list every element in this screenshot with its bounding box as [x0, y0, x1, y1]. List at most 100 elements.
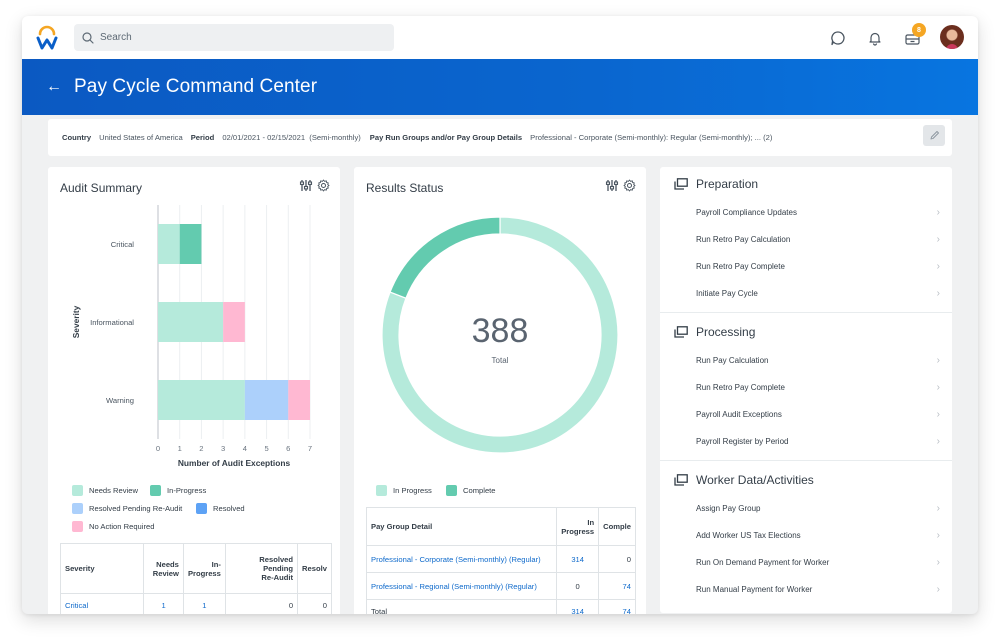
bar-in-progress-critical — [179, 224, 202, 264]
col-needs-review[interactable]: Needs Review — [143, 543, 184, 594]
audit-table: Severity Needs Review In- Progress Resolve… — [59, 543, 332, 614]
bell-icon[interactable] — [865, 28, 885, 48]
workday-logo[interactable] — [36, 25, 58, 51]
task-label: Payroll Register by Period — [696, 436, 789, 446]
filter-bar: Country United States of America Period … — [48, 119, 952, 156]
task-item[interactable]: Payroll Audit Exceptions › — [696, 404, 940, 424]
col-severity[interactable]: Severity — [59, 543, 145, 594]
bar-needs-review-warning — [158, 380, 245, 420]
x-tick-label: 7 — [308, 444, 312, 453]
col-complete[interactable]: Comple — [598, 507, 636, 546]
legend-item-resolved[interactable]: Resolved — [196, 503, 245, 514]
search-bar[interactable] — [74, 24, 394, 51]
chat-icon[interactable] — [828, 28, 848, 48]
window-stack-icon — [674, 326, 688, 338]
paygroups-value: Professional - Corporate (Semi-monthly):… — [530, 133, 773, 142]
task-label: Run Pay Calculation — [696, 355, 769, 365]
chevron-right-icon: › — [936, 354, 940, 366]
table-total-row: Total 314 74 — [365, 599, 636, 614]
task-item[interactable]: Payroll Register by Period › — [696, 431, 940, 451]
search-input[interactable] — [100, 32, 370, 43]
avatar[interactable] — [940, 25, 964, 49]
task-item[interactable]: Run Retro Pay Calculation › — [696, 229, 940, 249]
task-item[interactable]: Run Retro Pay Complete › — [696, 377, 940, 397]
task-item[interactable]: Payroll Compliance Updates › — [696, 202, 940, 222]
chevron-right-icon: › — [936, 381, 940, 393]
chevron-right-icon: › — [936, 206, 940, 218]
legend-item-complete[interactable]: Complete — [446, 485, 496, 496]
complete-cell[interactable]: 74 — [598, 572, 636, 600]
search-icon — [82, 31, 94, 44]
severity-cell[interactable]: Critical — [59, 593, 145, 614]
task-item[interactable]: Run Manual Payment for Worker › — [696, 579, 940, 599]
col-pay-group-detail[interactable]: Pay Group Detail — [365, 507, 558, 546]
back-arrow-icon[interactable]: ← — [46, 78, 62, 96]
needs-review-cell[interactable]: 1 — [143, 593, 184, 614]
bar-resolved-pending-re-audit-warning — [244, 380, 289, 420]
col-in-progress-line1: In — [587, 517, 595, 527]
legend-item-no-action-required[interactable]: No Action Required — [72, 521, 154, 532]
x-tick-label: 6 — [286, 444, 290, 453]
section-title: Preparation — [696, 177, 759, 191]
col-resolved-pending-line2: Re-Audit — [261, 573, 294, 582]
legend-item-resolved-pending-re-audit[interactable]: Resolved Pending Re-Audit — [72, 503, 182, 514]
col-resolved-pending[interactable]: Resolved Pending Re-Audit — [224, 543, 299, 594]
task-item[interactable]: Run Retro Pay Complete › — [696, 256, 940, 276]
col-needs-review-line2: Review — [152, 568, 179, 578]
legend-swatch — [72, 485, 83, 496]
task-item[interactable]: Initiate Pay Cycle › — [696, 283, 940, 303]
chevron-right-icon: › — [936, 260, 940, 272]
total-in-progress[interactable]: 314 — [556, 599, 600, 614]
task-item[interactable]: Run Pay Calculation › — [696, 350, 940, 370]
results-status-card: Results Status 388 Total In Progress Comp… — [354, 167, 646, 614]
col-in-progress[interactable]: In- Progress — [182, 543, 226, 594]
legend-item-in-progress[interactable]: In Progress — [376, 485, 432, 496]
bar-no-action-required-warning — [288, 380, 310, 420]
legend-swatch — [150, 485, 161, 496]
task-label: Assign Pay Group — [696, 503, 761, 513]
bar-needs-review-informational — [158, 302, 224, 342]
period-label: Period — [190, 133, 215, 142]
chevron-right-icon: › — [936, 502, 940, 514]
col-in-progress-line2: Progress — [187, 568, 221, 578]
pay-group-link[interactable]: Professional - Regional (Semi-monthly) (… — [365, 572, 558, 600]
chevron-right-icon: › — [936, 556, 940, 568]
chevron-right-icon: › — [936, 435, 940, 447]
task-label: Run Retro Pay Complete — [696, 382, 785, 392]
col-resolved[interactable]: Resolv — [297, 543, 332, 594]
section-divider — [660, 312, 952, 313]
window-stack-icon — [674, 178, 688, 190]
edit-filters-button[interactable] — [923, 125, 945, 146]
legend-item-needs-review[interactable]: Needs Review — [72, 485, 138, 496]
x-tick-label: 0 — [156, 444, 160, 453]
col-resolved-pending-line1: Resolved Pending — [259, 555, 294, 573]
in-progress-cell[interactable]: 1 — [182, 593, 226, 614]
legend-swatch — [72, 503, 83, 514]
task-label: Payroll Audit Exceptions — [696, 409, 782, 419]
legend-swatch — [446, 485, 457, 496]
chevron-right-icon: › — [936, 233, 940, 245]
x-tick-label: 1 — [178, 444, 182, 453]
chevron-right-icon: › — [936, 408, 940, 420]
task-item[interactable]: Run On Demand Payment for Worker › — [696, 552, 940, 572]
in-progress-cell[interactable]: 314 — [556, 545, 600, 573]
audit-bar-chart: 0 1 2 3 4 5 6 7 Critical Informational Warning Numb… — [71, 205, 312, 468]
task-item[interactable]: Assign Pay Group › — [696, 498, 940, 518]
audit-summary-card: Audit Summary 0 1 2 3 4 5 6 7 Critical Informatio… — [48, 167, 340, 614]
country-value: United States of America — [99, 133, 183, 142]
total-complete[interactable]: 74 — [598, 599, 636, 614]
col-in-progress[interactable]: In Progress — [556, 507, 600, 546]
legend-label: In Progress — [393, 486, 432, 495]
chevron-right-icon: › — [936, 287, 940, 299]
legend-swatch — [196, 503, 207, 514]
legend-label: Complete — [463, 486, 496, 495]
donut-total-label: Total — [491, 356, 509, 365]
legend-item-in-progress[interactable]: In-Progress — [150, 485, 206, 496]
col-in-progress-line2: Progress — [561, 526, 595, 536]
pay-group-link[interactable]: Professional - Corporate (Semi-monthly) … — [365, 545, 558, 573]
pencil-icon — [930, 131, 939, 140]
task-item[interactable]: Add Worker US Tax Elections › — [696, 525, 940, 545]
task-label: Run On Demand Payment for Worker — [696, 557, 830, 567]
pay-group-table: Pay Group Detail In Progress Comple Profe… — [365, 507, 636, 614]
legend-label: No Action Required — [89, 522, 155, 531]
